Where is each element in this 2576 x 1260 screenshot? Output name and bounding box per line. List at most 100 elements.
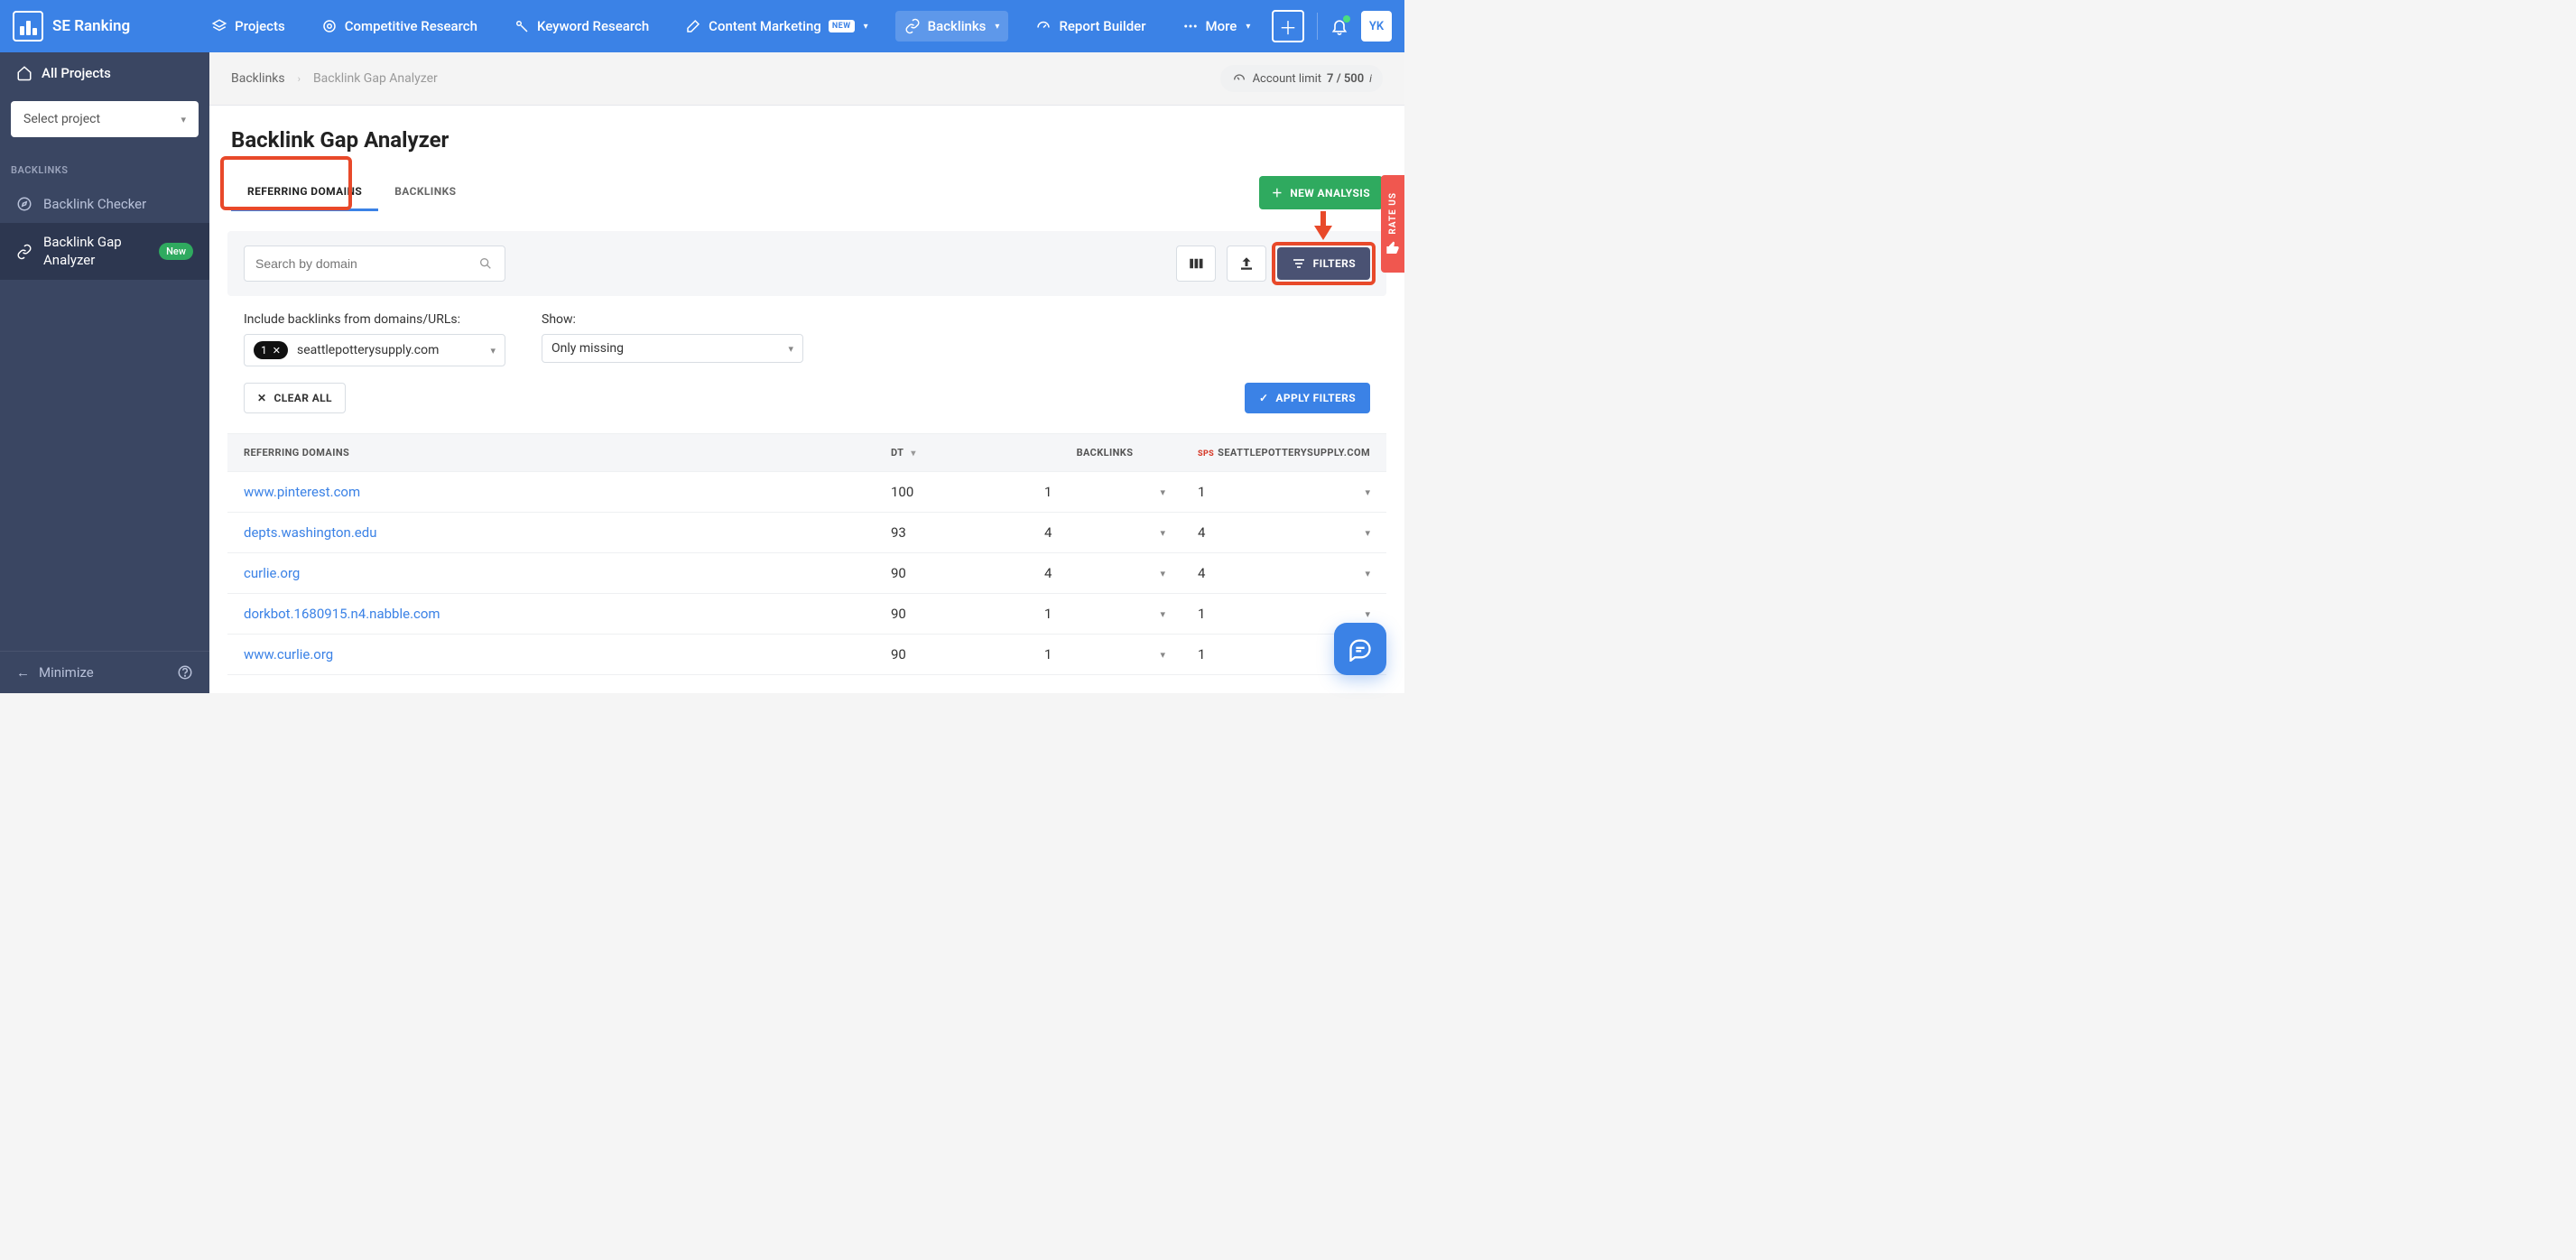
cell-target[interactable]: 1▾ (1181, 472, 1386, 513)
minimize-label: Minimize (39, 664, 94, 681)
nav-label: Competitive Research (345, 18, 477, 34)
notifications-button[interactable] (1330, 17, 1348, 35)
main: Backlinks › Backlink Gap Analyzer Accoun… (209, 52, 1404, 693)
nav-content-marketing[interactable]: Content Marketing NEW ▾ (676, 11, 876, 42)
domain-link[interactable]: depts.washington.edu (244, 524, 376, 541)
rate-us-tab[interactable]: RATE US (1381, 175, 1404, 273)
cell-target[interactable]: 4▾ (1181, 513, 1386, 553)
page-head: Backlink Gap Analyzer REFERRING DOMAINS … (209, 106, 1404, 211)
field-label: Show: (542, 312, 803, 327)
new-analysis-button[interactable]: ＋ NEW ANALYSIS (1259, 176, 1383, 209)
sidebar-all-projects[interactable]: All Projects (0, 52, 209, 94)
cell-domain: www.curlie.org (227, 635, 875, 675)
domain-link[interactable]: curlie.org (244, 565, 300, 581)
domain-link[interactable]: www.pinterest.com (244, 484, 360, 500)
annotation-arrow (1310, 211, 1337, 242)
sort-icon: ▾ (911, 449, 915, 459)
cell-dt: 90 (875, 594, 1028, 635)
minimize-button[interactable]: ← Minimize (16, 664, 94, 681)
search-input[interactable] (255, 256, 477, 271)
domain-link[interactable]: www.curlie.org (244, 646, 333, 662)
chevron-down-icon: ▾ (1246, 22, 1250, 32)
cell-dt: 90 (875, 553, 1028, 594)
cell-target[interactable]: 4▾ (1181, 553, 1386, 594)
include-field: Include backlinks from domains/URLs: 1 ✕… (244, 312, 505, 366)
search-icon (477, 255, 494, 272)
cell-backlinks[interactable]: 4▾ (1028, 513, 1181, 553)
col-target[interactable]: SPSSEATTLEPOTTERYSUPPLY.COM (1181, 434, 1386, 472)
info-icon[interactable]: i (1369, 72, 1372, 85)
brand[interactable]: SE Ranking (13, 11, 130, 42)
notification-dot (1343, 15, 1350, 23)
cell-domain: dorkbot.1680915.n4.nabble.com (227, 594, 875, 635)
cell-backlinks[interactable]: 1▾ (1028, 635, 1181, 675)
chevron-down-icon: ▾ (1160, 527, 1165, 539)
domain-link[interactable]: dorkbot.1680915.n4.nabble.com (244, 606, 440, 622)
nav-label: Keyword Research (537, 18, 649, 34)
breadcrumb-separator: › (298, 73, 301, 85)
link-icon (904, 18, 921, 34)
plus-icon: ＋ (1272, 185, 1283, 200)
tab-backlinks[interactable]: BACKLINKS (378, 174, 472, 211)
nav-projects[interactable]: Projects (202, 11, 294, 42)
select-project-dropdown[interactable]: Select project ▾ (11, 101, 199, 137)
chip-domain: seattlepotterysupply.com (297, 343, 482, 357)
sidebar-item-backlink-gap[interactable]: Backlink Gap Analyzer New (0, 223, 209, 280)
sidebar-label: All Projects (42, 65, 111, 81)
sidebar-nav: Backlink Checker Backlink Gap Analyzer N… (0, 185, 209, 280)
chevron-down-icon: ▾ (788, 343, 793, 355)
nav-label: Backlinks (928, 18, 987, 34)
close-icon: ✕ (257, 392, 266, 404)
search-input-wrap[interactable] (244, 246, 505, 282)
close-icon[interactable]: ✕ (273, 345, 281, 357)
cell-backlinks[interactable]: 1▾ (1028, 594, 1181, 635)
sidebar-item-label: Backlink Checker (43, 196, 146, 212)
nav-items: Projects Competitive Research Keyword Re… (202, 11, 1259, 42)
chevron-down-icon: ▾ (1365, 568, 1370, 579)
nav-report-builder[interactable]: Report Builder (1026, 11, 1154, 42)
domain-chip[interactable]: 1 ✕ (254, 341, 288, 359)
chevron-down-icon: ▾ (1365, 608, 1370, 620)
nav-right: ＋ YK (1272, 10, 1392, 42)
apply-filters-button[interactable]: ✓ APPLY FILTERS (1245, 383, 1370, 413)
filter-icon (1292, 256, 1306, 271)
filters-label: FILTERS (1313, 257, 1356, 270)
col-backlinks[interactable]: BACKLINKS (1028, 434, 1181, 472)
target-icon (321, 18, 338, 34)
col-dt[interactable]: DT▾ (875, 434, 1028, 472)
nav-more[interactable]: More ▾ (1173, 11, 1260, 42)
arrow-left-icon: ← (16, 664, 30, 681)
cell-dt: 100 (875, 472, 1028, 513)
chevron-down-icon: ▾ (1160, 649, 1165, 661)
include-select[interactable]: 1 ✕ seattlepotterysupply.com ▾ (244, 334, 505, 366)
columns-button[interactable] (1176, 246, 1216, 282)
nav-keyword[interactable]: Keyword Research (505, 11, 658, 42)
thumbs-up-icon (1385, 241, 1400, 255)
tab-referring-domains[interactable]: REFERRING DOMAINS (231, 174, 378, 211)
nav-backlinks[interactable]: Backlinks ▾ (895, 11, 1009, 42)
clear-all-button[interactable]: ✕ CLEAR ALL (244, 383, 346, 413)
breadcrumb-row: Backlinks › Backlink Gap Analyzer Accoun… (209, 52, 1404, 106)
filters-button[interactable]: FILTERS (1277, 247, 1370, 280)
chat-icon (1348, 636, 1373, 662)
cell-domain: depts.washington.edu (227, 513, 875, 553)
link-icon (16, 244, 32, 260)
avatar[interactable]: YK (1361, 11, 1392, 42)
cell-dt: 93 (875, 513, 1028, 553)
apply-label: APPLY FILTERS (1275, 392, 1356, 404)
add-button[interactable]: ＋ (1272, 10, 1304, 42)
check-icon: ✓ (1259, 392, 1268, 404)
col-referring[interactable]: REFERRING DOMAINS (227, 434, 875, 472)
nav-competitive[interactable]: Competitive Research (312, 11, 486, 42)
breadcrumb-root[interactable]: Backlinks (231, 71, 285, 86)
help-icon[interactable] (177, 664, 193, 681)
sidebar-item-backlink-checker[interactable]: Backlink Checker (0, 185, 209, 223)
export-button[interactable] (1227, 246, 1266, 282)
chevron-down-icon: ▾ (1365, 486, 1370, 498)
chat-button[interactable] (1334, 623, 1386, 675)
show-select[interactable]: Only missing ▾ (542, 334, 803, 363)
nav-label: Content Marketing (709, 18, 821, 34)
cell-backlinks[interactable]: 4▾ (1028, 553, 1181, 594)
cell-backlinks[interactable]: 1▾ (1028, 472, 1181, 513)
table-row: curlie.org904▾4▾ (227, 553, 1386, 594)
